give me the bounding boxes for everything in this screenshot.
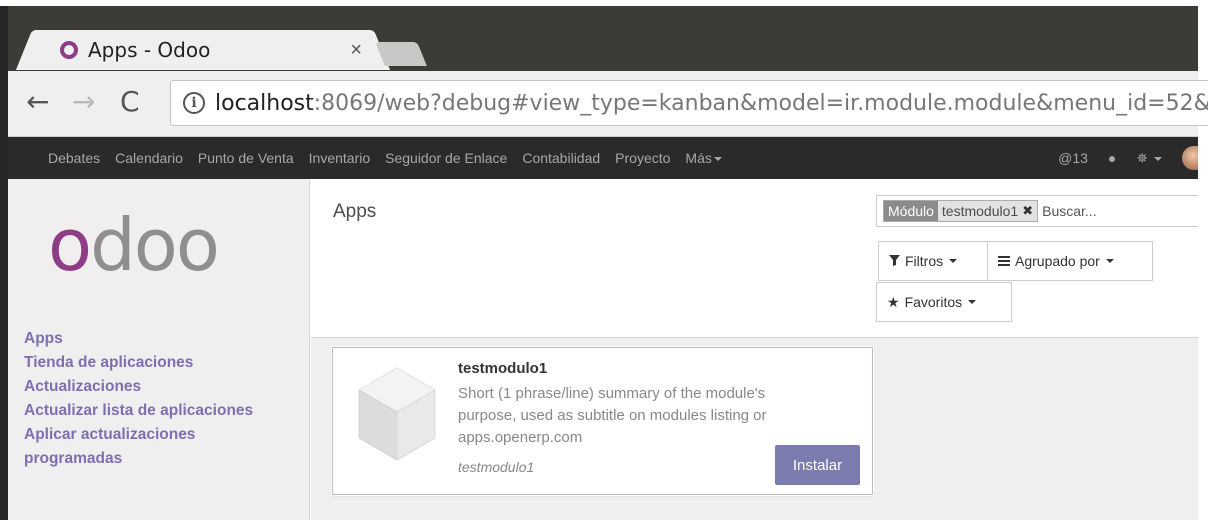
facet-remove-icon[interactable]: ✖ xyxy=(1022,203,1033,219)
facet-value-text: testmodulo1 xyxy=(941,203,1019,219)
caret-down-icon xyxy=(1154,156,1162,161)
sidebar-item-actualizar-lista[interactable]: Actualizar lista de aplicaciones xyxy=(24,399,294,423)
notifications-counter[interactable]: @13 xyxy=(1058,150,1088,166)
browser-toolbar: ← → C i localhost:8069/web?debug#view_ty… xyxy=(8,71,1208,137)
bars-icon xyxy=(998,253,1010,269)
search-view[interactable]: Módulo testmodulo1 ✖ xyxy=(876,195,1198,227)
browser-tab-active[interactable]: Apps - Odoo × xyxy=(38,30,368,70)
caret-down-icon xyxy=(1105,259,1114,263)
menu-item-contabilidad[interactable]: Contabilidad xyxy=(522,150,600,166)
debug-menu-bug-icon[interactable]: ✵ xyxy=(1136,150,1162,167)
menu-item-seguidor-de-enlace[interactable]: Seguidor de Enlace xyxy=(385,150,507,166)
menu-item-punto-de-venta[interactable]: Punto de Venta xyxy=(198,150,294,166)
caret-down-icon xyxy=(713,157,722,162)
groupby-label: Agrupado por xyxy=(1015,253,1100,269)
filter-icon xyxy=(889,253,900,269)
logo-first-letter: o xyxy=(48,203,92,287)
site-info-icon[interactable]: i xyxy=(183,92,205,114)
bug-glyph: ✵ xyxy=(1136,149,1149,166)
search-facet[interactable]: Módulo testmodulo1 ✖ xyxy=(883,200,1039,222)
address-bar[interactable]: i localhost:8069/web?debug#view_type=kan… xyxy=(170,80,1208,126)
chat-icon[interactable]: ● xyxy=(1108,150,1116,166)
menu-item-inventario[interactable]: Inventario xyxy=(309,150,370,166)
caret-down-icon xyxy=(968,300,977,304)
url-host: localhost xyxy=(215,90,314,116)
menu-item-mas-label: Más xyxy=(685,150,712,166)
module-technical-name: testmodulo1 xyxy=(458,459,535,475)
browser-tabstrip: Apps - Odoo × xyxy=(8,6,1198,71)
window-edge xyxy=(0,6,8,520)
breadcrumb: Apps xyxy=(333,201,377,222)
odoo-logo[interactable]: odoo xyxy=(48,209,220,281)
menu-item-proyecto[interactable]: Proyecto xyxy=(615,150,670,166)
menu-item-calendario[interactable]: Calendario xyxy=(115,150,183,166)
module-kanban-card[interactable]: testmodulo1 Short (1 phrase/line) summar… xyxy=(332,347,873,495)
module-cube-icon xyxy=(357,364,437,469)
user-avatar[interactable] xyxy=(1182,146,1198,170)
url-text: localhost:8069/web?debug#view_type=kanba… xyxy=(215,91,1208,116)
favorites-dropdown-button[interactable]: ★ Favoritos xyxy=(876,282,1012,322)
star-icon: ★ xyxy=(887,293,900,310)
left-sidebar: odoo Apps Tienda de aplicaciones Actuali… xyxy=(8,179,310,520)
forward-arrow-icon[interactable]: → xyxy=(72,85,95,118)
url-path: :8069/web?debug#view_type=kanban&model=i… xyxy=(313,90,1208,116)
sidebar-item-actualizaciones[interactable]: Actualizaciones xyxy=(24,375,294,399)
filters-label: Filtros xyxy=(905,253,944,269)
logo-rest: doo xyxy=(90,203,220,287)
install-button[interactable]: Instalar xyxy=(775,445,860,485)
back-arrow-icon[interactable]: ← xyxy=(26,85,49,118)
favorites-label: Favoritos xyxy=(904,294,963,310)
odoo-favicon-icon xyxy=(60,41,78,59)
reload-icon[interactable]: C xyxy=(120,85,140,118)
menu-item-mas[interactable]: Más xyxy=(685,150,722,166)
facet-category: Módulo xyxy=(884,201,938,221)
caret-down-icon xyxy=(949,259,958,263)
tab-close-icon[interactable]: × xyxy=(350,39,362,62)
new-tab-button[interactable] xyxy=(375,42,427,66)
search-input[interactable] xyxy=(1042,203,1153,219)
menu-item-debates[interactable]: Debates xyxy=(48,150,100,166)
sidebar-item-tienda[interactable]: Tienda de aplicaciones xyxy=(24,351,294,375)
module-summary: Short (1 phrase/line) summary of the mod… xyxy=(458,385,767,446)
top-right-systray: @13 ● ✵ xyxy=(1058,137,1198,179)
facet-value: testmodulo1 ✖ xyxy=(937,201,1038,221)
groupby-dropdown-button[interactable]: Agrupado por xyxy=(987,241,1153,281)
kanban-view: testmodulo1 Short (1 phrase/line) summar… xyxy=(311,338,1198,520)
control-panel: Apps Módulo testmodulo1✖ Filtros Agrupad… xyxy=(311,179,1198,338)
odoo-top-menu: Debates Calendario Punto de Venta Invent… xyxy=(8,137,1198,179)
sidebar-item-aplicar-actualizaciones[interactable]: Aplicar actualizaciones programadas xyxy=(24,423,294,471)
filters-dropdown-button[interactable]: Filtros xyxy=(878,241,988,281)
sidebar-item-apps[interactable]: Apps xyxy=(24,327,294,351)
module-title: testmodulo1 xyxy=(458,360,548,377)
sidebar-menu: Apps Tienda de aplicaciones Actualizacio… xyxy=(24,327,294,471)
tab-title: Apps - Odoo xyxy=(88,38,211,62)
